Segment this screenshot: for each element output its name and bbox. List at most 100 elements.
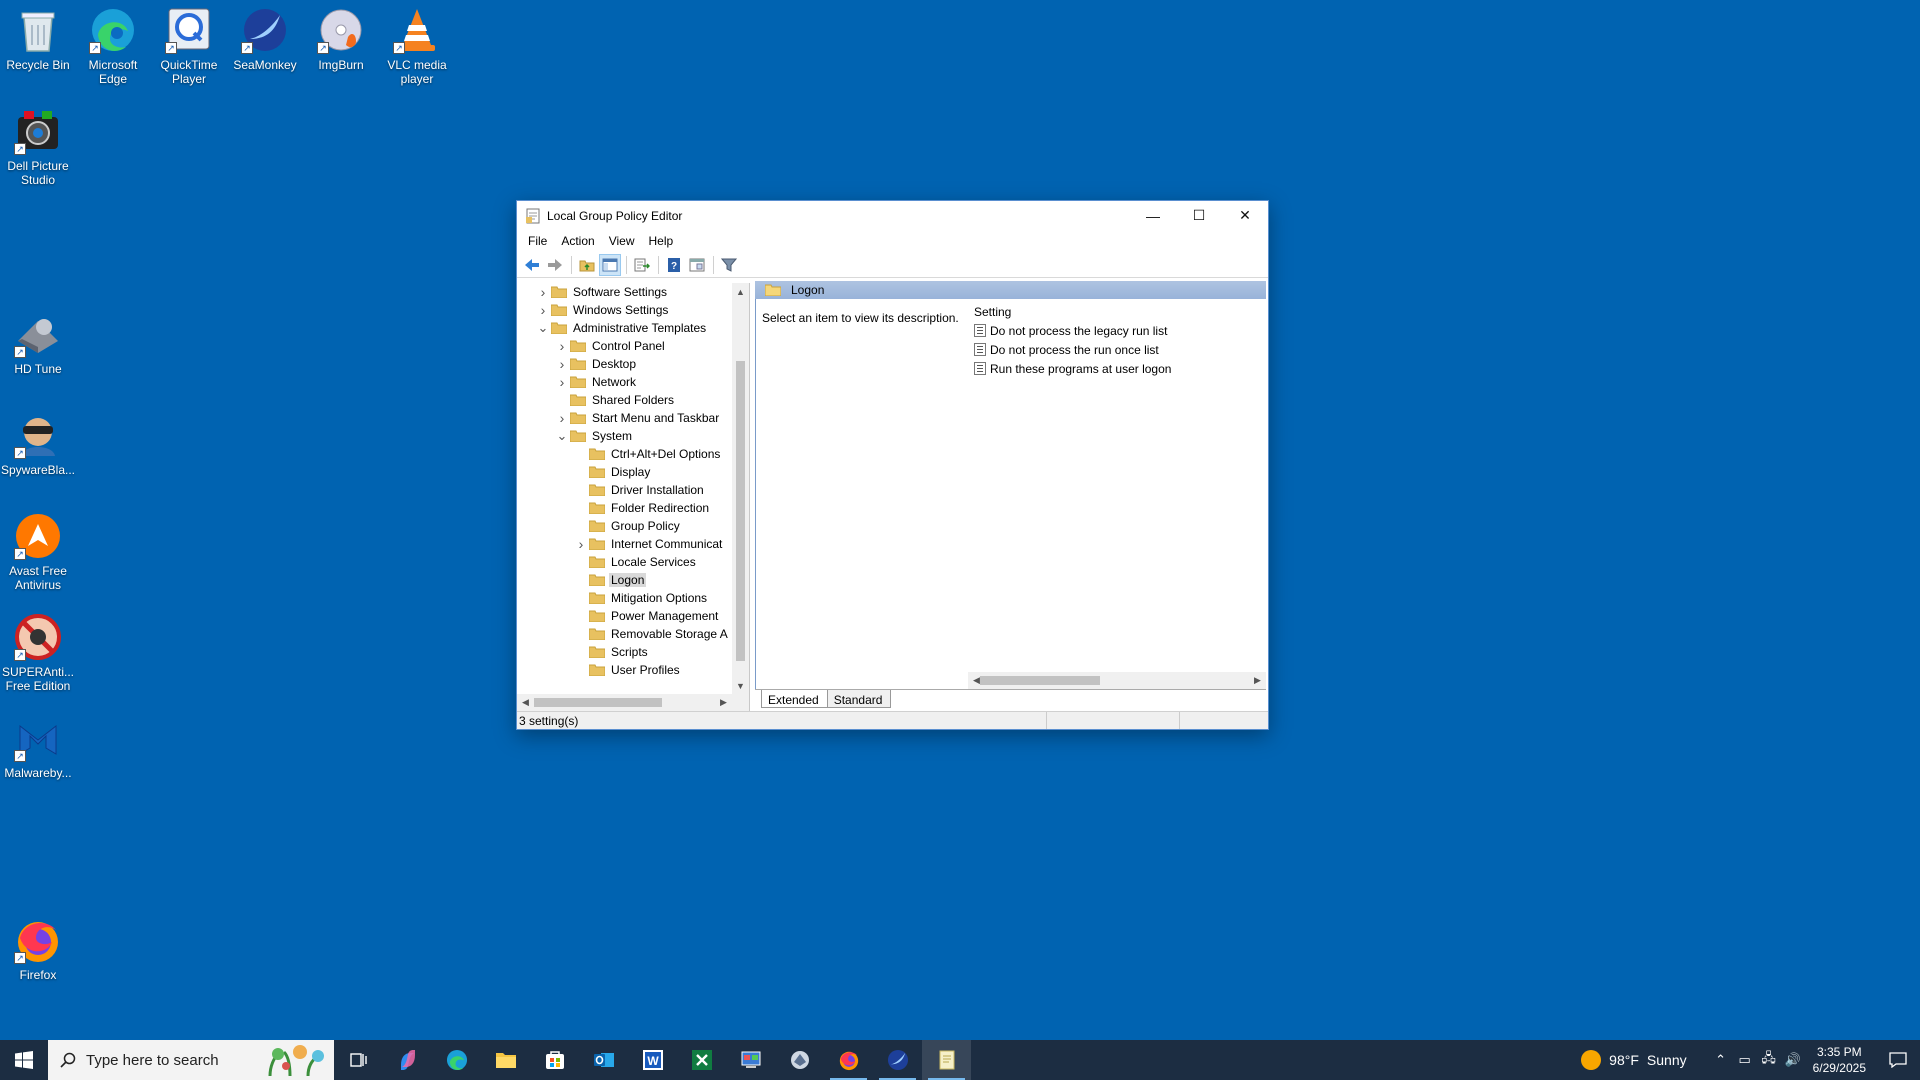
desktop-icon-avast[interactable]: ↗ Avast Free Antivirus	[0, 512, 76, 592]
tree-node[interactable]: Display	[517, 463, 732, 481]
menu-file[interactable]: File	[521, 234, 554, 248]
tree-node[interactable]: Logon	[517, 571, 732, 589]
scroll-down-icon[interactable]: ▼	[732, 677, 749, 694]
scroll-right-icon[interactable]: ▶	[715, 694, 732, 711]
desktop-icon-dell-picture-studio[interactable]: ↗ Dell Picture Studio	[0, 107, 76, 187]
up-one-level-button[interactable]	[576, 254, 598, 276]
tab-standard[interactable]: Standard	[826, 690, 892, 708]
taskbar-firefox[interactable]	[824, 1040, 873, 1080]
close-button[interactable]: ✕	[1222, 201, 1268, 230]
desktop-icon-hd-tune[interactable]: ↗ HD Tune	[0, 310, 76, 376]
chevron-right-icon[interactable]: ›	[573, 536, 589, 552]
taskbar-seamonkey[interactable]	[873, 1040, 922, 1080]
export-list-button[interactable]	[631, 254, 653, 276]
chevron-right-icon[interactable]: ›	[535, 302, 551, 318]
scroll-right-icon[interactable]: ▶	[1249, 672, 1266, 689]
tree-node[interactable]: › Control Panel	[517, 337, 732, 355]
title-bar[interactable]: Local Group Policy Editor — ☐ ✕	[517, 201, 1268, 230]
forward-button[interactable]	[544, 254, 566, 276]
copilot-icon	[400, 1050, 415, 1070]
back-button[interactable]	[521, 254, 543, 276]
tree-node[interactable]: Removable Storage A	[517, 625, 732, 643]
taskbar-edge[interactable]	[432, 1040, 481, 1080]
action-center-button[interactable]	[1876, 1040, 1920, 1080]
maximize-button[interactable]: ☐	[1176, 201, 1222, 230]
chevron-down-icon[interactable]: ⌄	[535, 320, 551, 336]
tree-node[interactable]: › Software Settings	[517, 283, 732, 301]
clock[interactable]: 3:35 PM 6/29/2025	[1813, 1044, 1866, 1076]
tree-node[interactable]: › Desktop	[517, 355, 732, 373]
menu-view[interactable]: View	[602, 234, 642, 248]
taskbar-control-panel[interactable]	[726, 1040, 775, 1080]
setting-row[interactable]: Run these programs at user logon	[968, 359, 1266, 378]
properties-button[interactable]	[686, 254, 708, 276]
desktop-icon-imgburn[interactable]: ↗ ImgBurn	[303, 6, 379, 72]
tree-node[interactable]: › Network	[517, 373, 732, 391]
desktop-icon-vlc[interactable]: ↗ VLC media player	[379, 6, 455, 86]
taskbar-policy-editor[interactable]	[922, 1040, 971, 1080]
tree-node[interactable]: User Profiles	[517, 661, 732, 679]
desktop-icon-seamonkey[interactable]: ↗ SeaMonkey	[227, 6, 303, 72]
taskbar-outlook[interactable]	[579, 1040, 628, 1080]
menu-help[interactable]: Help	[642, 234, 681, 248]
meet-now-icon[interactable]: ▭	[1733, 1052, 1757, 1068]
tree-horizontal-scrollbar[interactable]: ◀ ▶	[517, 694, 749, 711]
weather-widget[interactable]: 98°F Sunny	[1581, 1050, 1687, 1070]
chevron-right-icon[interactable]: ›	[554, 356, 570, 372]
tab-extended[interactable]: Extended	[761, 690, 828, 708]
tree-node[interactable]: Ctrl+Alt+Del Options	[517, 445, 732, 463]
column-header-setting[interactable]: Setting	[968, 299, 1266, 321]
minimize-button[interactable]: —	[1130, 201, 1176, 230]
scroll-left-icon[interactable]: ◀	[517, 694, 534, 711]
menu-action[interactable]: Action	[554, 234, 601, 248]
tree-node[interactable]: Mitigation Options	[517, 589, 732, 607]
tree-node[interactable]: ⌄ Administrative Templates	[517, 319, 732, 337]
desktop-icon-edge[interactable]: ↗ Microsoft Edge	[75, 6, 151, 86]
chevron-right-icon[interactable]: ›	[554, 338, 570, 354]
taskbar-excel[interactable]	[677, 1040, 726, 1080]
desktop-icon-malwarebytes[interactable]: ↗ Malwareby...	[0, 714, 76, 780]
desktop-icon-recycle-bin[interactable]: Recycle Bin	[0, 6, 76, 72]
show-hide-tree-button[interactable]	[599, 253, 621, 276]
scroll-thumb[interactable]	[980, 676, 1100, 685]
details-horizontal-scrollbar[interactable]: ◀ ▶	[968, 672, 1266, 689]
setting-row[interactable]: Do not process the run once list	[968, 340, 1266, 359]
taskbar-store[interactable]	[530, 1040, 579, 1080]
taskbar-word[interactable]: W	[628, 1040, 677, 1080]
tree-node[interactable]: Shared Folders	[517, 391, 732, 409]
taskbar-copilot[interactable]	[383, 1040, 432, 1080]
help-button[interactable]: ?	[663, 254, 685, 276]
tree-node[interactable]: Group Policy	[517, 517, 732, 535]
task-view-button[interactable]	[334, 1040, 383, 1080]
tree-node[interactable]: Folder Redirection	[517, 499, 732, 517]
filter-button[interactable]	[718, 254, 740, 276]
taskbar-app[interactable]	[775, 1040, 824, 1080]
tree-node[interactable]: Driver Installation	[517, 481, 732, 499]
tree-node[interactable]: Scripts	[517, 643, 732, 661]
scroll-thumb[interactable]	[736, 361, 745, 661]
start-button[interactable]	[0, 1040, 48, 1080]
desktop-icon-quicktime[interactable]: ↗ QuickTime Player	[151, 6, 227, 86]
setting-row[interactable]: Do not process the legacy run list	[968, 321, 1266, 340]
scroll-up-icon[interactable]: ▲	[732, 283, 749, 300]
taskbar-file-explorer[interactable]	[481, 1040, 530, 1080]
tree-node[interactable]: › Windows Settings	[517, 301, 732, 319]
desktop-icon-superantispyware[interactable]: ↗ SUPERAnti... Free Edition	[0, 613, 76, 693]
tree-node[interactable]: ⌄ System	[517, 427, 732, 445]
network-icon[interactable]: 🖧	[1757, 1049, 1781, 1071]
scroll-thumb[interactable]	[534, 698, 662, 707]
tree-node[interactable]: Power Management	[517, 607, 732, 625]
taskbar-search-box[interactable]: Type here to search	[48, 1040, 334, 1080]
chevron-right-icon[interactable]: ›	[554, 374, 570, 390]
tree-node[interactable]: Locale Services	[517, 553, 732, 571]
desktop-icon-spywareblaster[interactable]: ↗ SpywareBla...	[0, 411, 76, 477]
desktop-icon-firefox[interactable]: ↗ Firefox	[0, 916, 76, 982]
tree-node[interactable]: › Internet Communicat	[517, 535, 732, 553]
chevron-right-icon[interactable]: ›	[535, 284, 551, 300]
tree-node[interactable]: › Start Menu and Taskbar	[517, 409, 732, 427]
tree-vertical-scrollbar[interactable]: ▲ ▼	[732, 283, 749, 694]
chevron-right-icon[interactable]: ›	[554, 410, 570, 426]
chevron-down-icon[interactable]: ⌄	[554, 428, 570, 444]
volume-icon[interactable]: 🔊	[1781, 1052, 1805, 1068]
show-hidden-icons-chevron-icon[interactable]: ⌃	[1709, 1052, 1733, 1068]
